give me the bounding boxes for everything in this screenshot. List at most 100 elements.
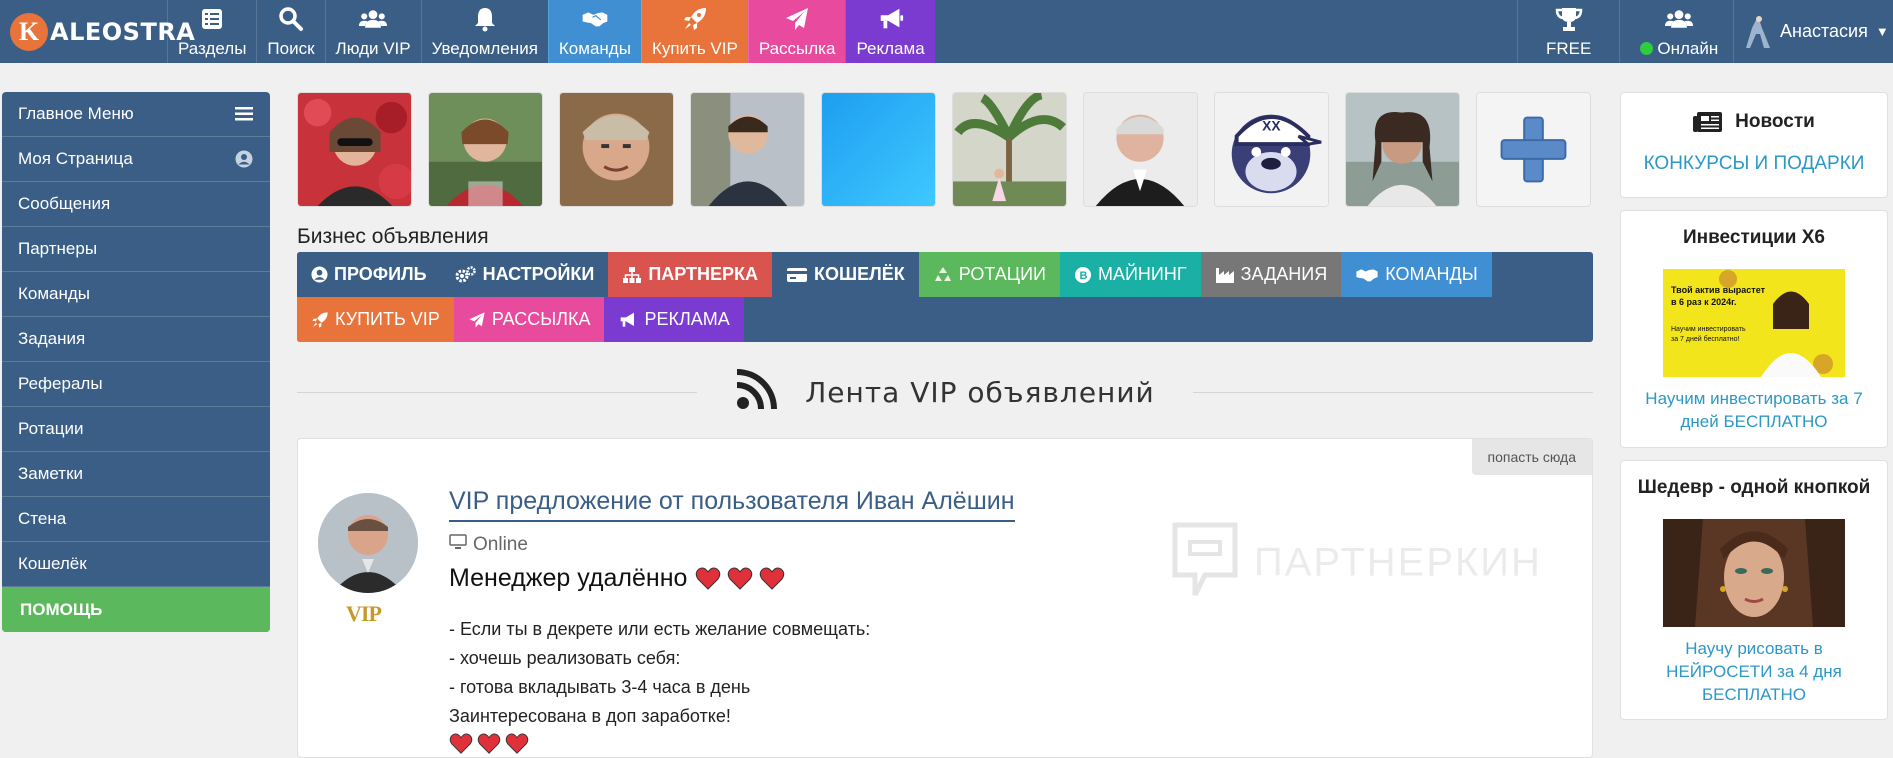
megaphone-icon — [618, 311, 638, 329]
vip-avatar-strip: XX — [297, 92, 1593, 207]
nav-label: Купить VIP — [651, 39, 738, 58]
newspaper-icon — [1693, 111, 1723, 133]
nav-teams[interactable]: Команды — [547, 0, 641, 63]
vip-user-avatar[interactable] — [297, 92, 412, 207]
business-section-title: Бизнес объявления — [297, 225, 489, 248]
heart-icon — [760, 567, 785, 590]
sidebar-item-notes[interactable]: Заметки — [2, 452, 270, 497]
megaphone-icon — [877, 5, 905, 33]
sidebar-item-wall[interactable]: Стена — [2, 497, 270, 542]
sidebar-item-label: Стена — [18, 509, 67, 528]
masterpiece-box-title: Шедевр - одной кнопкой — [1637, 477, 1871, 498]
tab-mining[interactable]: B МАЙНИНГ — [1059, 252, 1201, 297]
nav-label: Люди VIP — [335, 39, 411, 58]
user-circle-icon — [234, 149, 254, 169]
nav-label: Реклама — [856, 39, 925, 58]
rocket-icon — [311, 311, 329, 329]
nav-vip-people[interactable]: Люди VIP — [324, 0, 421, 63]
tab-mailing[interactable]: РАССЫЛКА — [453, 297, 605, 342]
sidebar-item-label: ПОМОЩЬ — [20, 599, 103, 619]
sidebar-item-partners[interactable]: Партнеры — [2, 227, 270, 272]
users-icon — [1665, 5, 1694, 33]
vip-user-avatar[interactable] — [1345, 92, 1460, 207]
banner-text-3: Научим инвестировать — [1671, 326, 1746, 333]
nav-buy-vip[interactable]: Купить VIP — [640, 0, 748, 63]
user-name: Анастасия — [1780, 21, 1868, 41]
tab-settings[interactable]: НАСТРОЙКИ — [440, 252, 609, 297]
get-here-button[interactable]: попасть сюда — [1471, 439, 1592, 475]
masterpiece-link[interactable]: Научу рисовать в НЕЙРОСЕТИ за 4 дня БЕСП… — [1621, 627, 1887, 720]
add-avatar-button[interactable] — [1476, 92, 1591, 207]
tab-ads[interactable]: РЕКЛАМА — [604, 297, 744, 342]
sidebar-item-referrals[interactable]: Рефералы — [2, 362, 270, 407]
sidebar-item-my-page[interactable]: Моя Страница — [2, 137, 270, 182]
nav-mailing[interactable]: Рассылка — [747, 0, 846, 63]
sidebar-item-help[interactable]: ПОМОЩЬ — [2, 587, 270, 632]
tab-label: РЕКЛАМА — [644, 309, 730, 329]
business-tabs: ПРОФИЛЬ НАСТРОЙКИ ПАРТНЕРКА КОШЕЛЁК РОТА… — [297, 252, 1593, 342]
invest-banner[interactable]: Твой актив вырастет в 6 раз к 2024г. Нау… — [1663, 269, 1845, 377]
hearts-row — [449, 733, 1572, 755]
vip-user-avatar[interactable] — [559, 92, 674, 207]
tab-profile[interactable]: ПРОФИЛЬ — [297, 252, 441, 297]
nav-online[interactable]: Онлайн — [1619, 0, 1738, 63]
nav-label: Разделы — [178, 39, 247, 58]
vip-user-avatar[interactable] — [1083, 92, 1198, 207]
nav-free[interactable]: FREE — [1517, 0, 1619, 63]
credit-card-icon — [786, 267, 808, 283]
vip-user-avatar[interactable] — [952, 92, 1067, 207]
sidebar-item-rotations[interactable]: Ротации — [2, 407, 270, 452]
nav-label: Рассылка — [758, 39, 836, 58]
sidebar-item-label: Главное Меню — [18, 104, 134, 123]
watermark-text: ПАРТНЕРКИН — [1254, 540, 1542, 585]
sidebar-item-wallet[interactable]: Кошелёк — [2, 542, 270, 587]
ad-line: Заинтересована в доп заработке! — [449, 706, 731, 726]
divider-right — [1193, 392, 1593, 393]
tab-label: ПРОФИЛЬ — [334, 264, 427, 284]
right-sidebar: Новости КОНКУРСЫ И ПОДАРКИ Инвестиции Х6… — [1620, 92, 1888, 732]
online-status-dot — [1640, 42, 1654, 55]
vip-user-avatar[interactable] — [428, 92, 543, 207]
users-icon — [359, 5, 388, 33]
vip-user-avatar[interactable]: XX — [1214, 92, 1329, 207]
tab-tasks[interactable]: ЗАДАНИЯ — [1200, 252, 1342, 297]
tab-rotations[interactable]: РОТАЦИИ — [918, 252, 1060, 297]
sidebar-item-tasks[interactable]: Задания — [2, 317, 270, 362]
vip-user-avatar[interactable] — [821, 92, 936, 207]
masterpiece-banner[interactable] — [1663, 519, 1845, 627]
user-circle-icon — [311, 266, 328, 283]
trophy-icon — [1555, 5, 1583, 33]
banner-text-2: в 6 раз к 2024г. — [1671, 297, 1737, 307]
invest-link[interactable]: Научим инвестировать за 7 дней БЕСПЛАТНО — [1621, 377, 1887, 447]
tab-affiliate[interactable]: ПАРТНЕРКА — [608, 252, 773, 297]
main-content: XX Бизнес объявления ПРОФИЛЬ НАСТРОЙКИ П… — [297, 92, 1593, 758]
heart-icon — [477, 733, 501, 754]
sidebar-item-main-menu[interactable]: Главное Меню — [2, 92, 270, 137]
nav-notifications[interactable]: Уведомления — [420, 0, 548, 63]
feed-title: Лента VIP объявлений — [805, 375, 1155, 409]
online-label: Онлайн — [1657, 39, 1719, 58]
svg-text:B: B — [1079, 270, 1087, 282]
nav-search[interactable]: Поиск — [256, 0, 324, 63]
banner-text-1: Твой актив вырастет — [1671, 285, 1766, 295]
nav-ads[interactable]: Реклама — [845, 0, 935, 63]
sidebar-item-messages[interactable]: Сообщения — [2, 182, 270, 227]
sidebar-item-teams[interactable]: Команды — [2, 272, 270, 317]
author-avatar[interactable] — [318, 493, 418, 593]
tab-teams[interactable]: КОМАНДЫ — [1341, 252, 1492, 297]
vip-user-avatar[interactable] — [690, 92, 805, 207]
ad-title-link[interactable]: VIP предложение от пользователя Иван Алё… — [449, 487, 1015, 522]
tab-label: ПАРТНЕРКА — [648, 264, 759, 284]
recycle-icon — [933, 266, 953, 284]
tab-wallet[interactable]: КОШЕЛЁК — [772, 252, 919, 297]
nav-sections[interactable]: Разделы — [167, 0, 256, 63]
ad-line: - Если ты в декрете или есть желание сов… — [449, 619, 871, 639]
plus-icon — [1477, 93, 1590, 206]
handshake-icon — [1355, 267, 1379, 283]
sidebar-item-label: Партнеры — [18, 239, 98, 258]
tab-buy-vip[interactable]: КУПИТЬ VIP — [297, 297, 454, 342]
bell-icon — [471, 5, 499, 33]
contests-link[interactable]: КОНКУРСЫ И ПОДАРКИ — [1621, 133, 1887, 193]
news-title: Новости — [1735, 111, 1815, 132]
user-menu[interactable]: Анастасия ▼ — [1733, 0, 1889, 63]
